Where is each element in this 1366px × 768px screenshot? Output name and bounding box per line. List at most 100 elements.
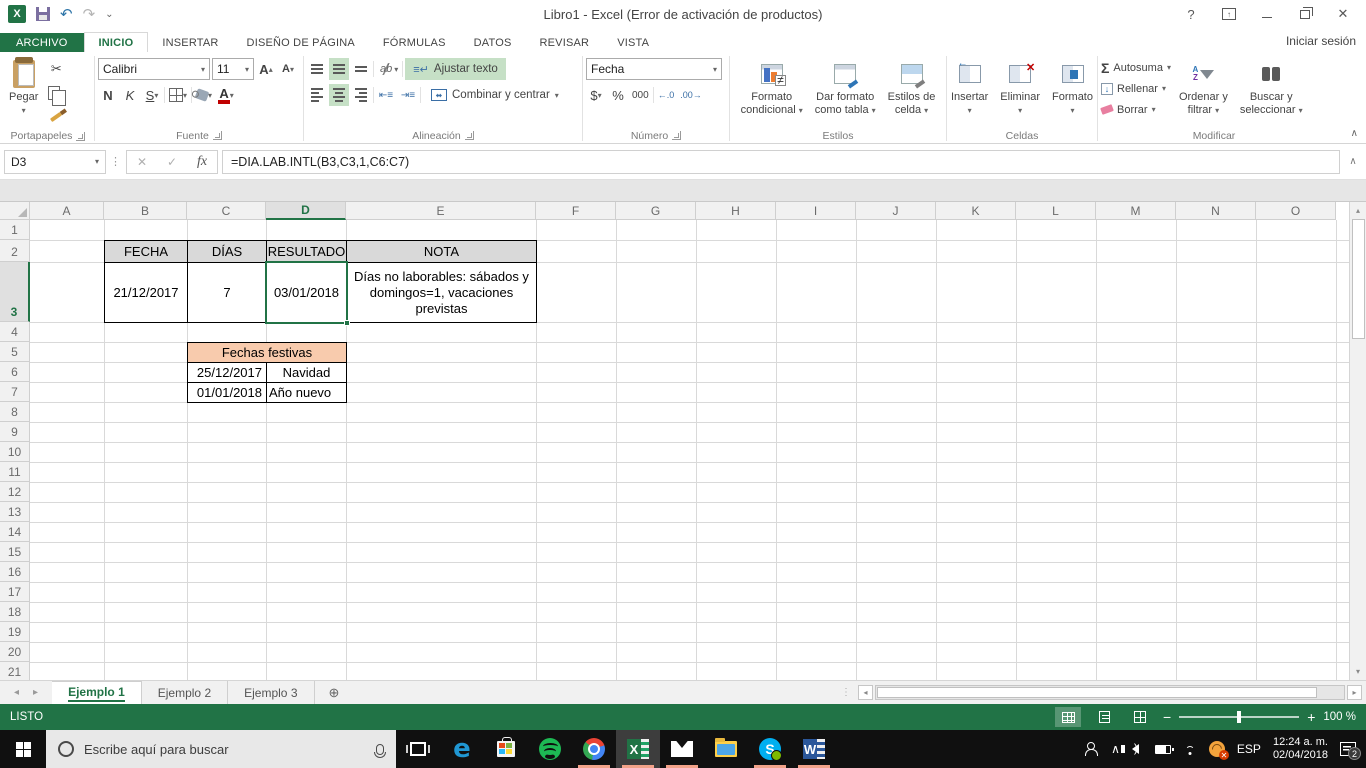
people-icon[interactable]	[1085, 742, 1099, 756]
microphone-icon[interactable]	[374, 743, 386, 758]
formula-input[interactable]: =DIA.LAB.INTL(B3,C3,1,C6:C7)	[222, 149, 1340, 174]
worksheet-grid[interactable]: A B C D E F G H I J K L M N O 1 2 3 4 5 6 7 8 9 10 11 12 13 14 15 16 17…	[0, 202, 1349, 680]
tab-formulas[interactable]: FÓRMULAS	[369, 33, 460, 52]
row-header-13[interactable]: 13	[0, 502, 30, 522]
row-header-2[interactable]: 2	[0, 240, 30, 262]
column-header-M[interactable]: M	[1096, 202, 1176, 220]
font-size-combo[interactable]: 11 ▾	[212, 58, 254, 80]
cell-C6[interactable]: 25/12/2017	[187, 362, 267, 383]
row-header-8[interactable]: 8	[0, 402, 30, 422]
close-button[interactable]: ✕	[1326, 3, 1360, 25]
cell-D2[interactable]: RESULTADO	[266, 240, 347, 263]
sheet-tab-ejemplo-2[interactable]: Ejemplo 2	[142, 681, 229, 704]
taskbar-spotify[interactable]	[528, 730, 572, 768]
column-header-O[interactable]: O	[1256, 202, 1336, 220]
clipboard-dialog-launcher[interactable]	[76, 131, 86, 141]
cancel-entry-button[interactable]: ✕	[127, 151, 157, 173]
align-center-button[interactable]	[329, 84, 349, 106]
select-all-corner[interactable]	[0, 202, 30, 220]
battery-icon[interactable]	[1154, 744, 1174, 754]
format-cells-button[interactable]: Formato ▾	[1048, 57, 1097, 119]
cell-C3[interactable]: 7	[187, 262, 267, 323]
column-header-A[interactable]: A	[30, 202, 104, 220]
row-header-6[interactable]: 6	[0, 362, 30, 382]
excel-logo-icon[interactable]: X	[8, 5, 26, 23]
sort-filter-button[interactable]: AZ Ordenar y filtrar ▾	[1175, 57, 1232, 119]
row-header-7[interactable]: 7	[0, 382, 30, 402]
antivirus-alert-icon[interactable]: ✕	[1208, 741, 1229, 760]
insert-function-button[interactable]: fx	[187, 151, 217, 173]
hscroll-left-icon[interactable]: ◂	[858, 685, 873, 700]
sheet-tab-ejemplo-3[interactable]: Ejemplo 3	[228, 681, 315, 704]
show-hidden-icons[interactable]: ∧	[1111, 742, 1120, 756]
conditional-formatting-button[interactable]: ≠ Formato condicional ▾	[737, 57, 807, 119]
restore-button[interactable]	[1288, 3, 1322, 25]
delete-cells-button[interactable]: Eliminar ▾	[996, 57, 1044, 119]
row-header-12[interactable]: 12	[0, 482, 30, 502]
taskbar-file-explorer[interactable]	[704, 730, 748, 768]
increase-indent-button[interactable]: ⇥≡	[398, 84, 418, 106]
clear-button[interactable]: Borrar ▾	[1100, 100, 1171, 119]
zoom-out-button[interactable]: −	[1163, 709, 1171, 725]
help-button[interactable]: ?	[1174, 3, 1208, 25]
paste-button[interactable]: Pegar ▾	[5, 57, 42, 119]
cell-C2[interactable]: DÍAS	[187, 240, 267, 263]
increase-decimal-button[interactable]: ←.0	[656, 84, 677, 106]
sign-in-link[interactable]: Iniciar sesión	[1286, 34, 1356, 48]
find-select-button[interactable]: Buscar y seleccionar ▾	[1236, 57, 1307, 119]
ribbon-display-options-button[interactable]: ↑	[1212, 3, 1246, 25]
taskbar-chrome[interactable]	[572, 730, 616, 768]
scroll-up-icon[interactable]: ▴	[1350, 202, 1366, 219]
row-header-3[interactable]: 3	[0, 262, 30, 322]
taskbar-skype[interactable]: S	[748, 730, 792, 768]
column-header-E[interactable]: E	[346, 202, 536, 220]
row-header-17[interactable]: 17	[0, 582, 30, 602]
undo-icon[interactable]: ↶	[60, 5, 73, 23]
insert-cells-button[interactable]: Insertar ▾	[947, 57, 992, 119]
fill-button[interactable]: ↓ Rellenar ▾	[1101, 79, 1171, 98]
sheet-tab-ejemplo-1[interactable]: Ejemplo 1	[52, 681, 142, 704]
copy-button[interactable]: ▾	[46, 82, 67, 106]
row-header-19[interactable]: 19	[0, 622, 30, 642]
row-header-21[interactable]: 21	[0, 662, 30, 680]
merge-center-button[interactable]: ⬌ Combinar y centrar ▾	[423, 84, 567, 106]
tab-insertar[interactable]: INSERTAR	[148, 33, 232, 52]
font-dialog-launcher[interactable]	[212, 131, 222, 140]
taskbar-excel[interactable]: X	[616, 730, 660, 768]
column-header-G[interactable]: G	[616, 202, 696, 220]
tab-vista[interactable]: VISTA	[603, 33, 663, 52]
cell-styles-button[interactable]: Estilos de celda ▾	[884, 57, 940, 119]
cell-B3[interactable]: 21/12/2017	[104, 262, 188, 323]
font-name-combo[interactable]: Calibri ▾	[98, 58, 210, 80]
borders-button[interactable]: ▾	[167, 84, 189, 106]
percent-format-button[interactable]: %	[608, 84, 628, 106]
zoom-slider[interactable]	[1179, 711, 1300, 723]
zoom-in-button[interactable]: +	[1307, 709, 1315, 725]
zoom-level[interactable]: 100 %	[1323, 711, 1356, 723]
row-header-18[interactable]: 18	[0, 602, 30, 622]
cell-C5-D5[interactable]: Fechas festivas	[187, 342, 347, 363]
clock[interactable]: 12:24 a. m. 02/04/2018	[1273, 736, 1328, 762]
fill-color-button[interactable]: ▾	[194, 84, 214, 106]
taskbar-word[interactable]: W	[792, 730, 836, 768]
column-header-N[interactable]: N	[1176, 202, 1256, 220]
align-middle-button[interactable]	[329, 58, 349, 80]
number-dialog-launcher[interactable]	[672, 131, 682, 140]
formula-bar-splitter[interactable]: ⋮	[110, 155, 122, 168]
task-view-button[interactable]	[396, 730, 440, 768]
orientation-button[interactable]: ab ▾	[376, 58, 400, 80]
row-header-1[interactable]: 1	[0, 220, 30, 240]
horizontal-scrollbar[interactable]	[875, 685, 1345, 700]
page-break-view-button[interactable]	[1127, 707, 1153, 727]
new-sheet-button[interactable]: ⊕	[315, 681, 354, 704]
row-header-14[interactable]: 14	[0, 522, 30, 542]
decrease-indent-button[interactable]: ⇤≡	[376, 84, 396, 106]
minimize-button[interactable]	[1250, 3, 1284, 25]
column-header-B[interactable]: B	[104, 202, 187, 220]
align-left-button[interactable]	[307, 84, 327, 106]
column-header-J[interactable]: J	[856, 202, 936, 220]
vertical-scrollbar[interactable]: ▴ ▾	[1349, 202, 1366, 680]
number-format-combo[interactable]: Fecha ▾	[586, 58, 722, 80]
redo-icon[interactable]: ↷	[83, 5, 96, 23]
taskbar-search[interactable]: Escribe aquí para buscar	[46, 730, 396, 768]
